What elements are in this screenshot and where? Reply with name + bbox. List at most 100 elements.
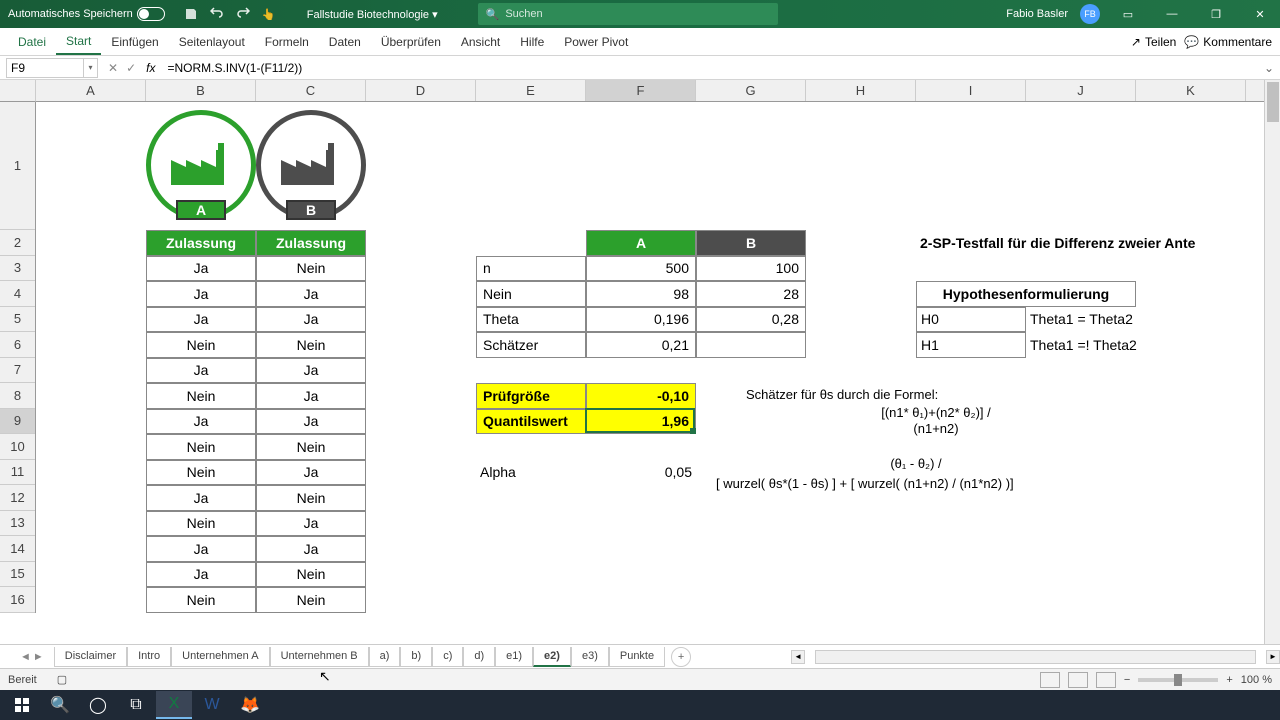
h1-val[interactable]: Theta1 =! Theta2 <box>1026 332 1246 358</box>
firefox-taskbar-icon[interactable]: 🦊 <box>232 691 268 719</box>
row-header[interactable]: 12 <box>0 485 35 511</box>
table-cell[interactable]: Nein <box>256 562 366 588</box>
alpha-label[interactable]: Alpha <box>476 460 586 486</box>
page-break-view-icon[interactable] <box>1096 672 1116 688</box>
redo-icon[interactable] <box>235 6 251 22</box>
maximize-icon[interactable]: ❐ <box>1200 0 1232 28</box>
row-header[interactable]: 2 <box>0 230 35 256</box>
tab-start[interactable]: Start <box>56 28 101 55</box>
table-cell[interactable]: Nein <box>256 332 366 358</box>
stats-label[interactable]: Schätzer <box>476 332 586 358</box>
row-header[interactable]: 10 <box>0 434 35 460</box>
zoom-slider[interactable] <box>1138 678 1218 682</box>
sheet-tab[interactable]: Unternehmen A <box>171 647 269 667</box>
tab-hilfe[interactable]: Hilfe <box>510 28 554 55</box>
col-header[interactable]: E <box>476 80 586 101</box>
col-header[interactable]: B <box>146 80 256 101</box>
stats-header-b[interactable]: B <box>696 230 806 256</box>
tab-seitenlayout[interactable]: Seitenlayout <box>169 28 255 55</box>
tab-powerpivot[interactable]: Power Pivot <box>554 28 638 55</box>
stats-val-b[interactable]: 0,28 <box>696 307 806 333</box>
table-cell[interactable]: Nein <box>256 256 366 282</box>
stats-val-a[interactable]: 500 <box>586 256 696 282</box>
table-cell[interactable]: Ja <box>146 485 256 511</box>
col-header[interactable]: J <box>1026 80 1136 101</box>
sheet-tab[interactable]: a) <box>369 647 401 667</box>
row-header[interactable]: 13 <box>0 511 35 537</box>
row-header[interactable]: 9 <box>0 409 35 435</box>
zoom-out-icon[interactable]: − <box>1124 674 1130 686</box>
table-cell[interactable]: Nein <box>146 332 256 358</box>
col-header[interactable]: H <box>806 80 916 101</box>
row-header[interactable]: 16 <box>0 587 35 613</box>
tab-ueberpruefen[interactable]: Überprüfen <box>371 28 451 55</box>
save-icon[interactable] <box>183 6 199 22</box>
table-cell[interactable]: Ja <box>256 358 366 384</box>
table-cell[interactable]: Ja <box>256 511 366 537</box>
table-cell[interactable]: Ja <box>146 409 256 435</box>
sheet-tab[interactable]: Disclaimer <box>54 647 127 667</box>
quantilswert-val[interactable]: 1,96 <box>586 409 696 435</box>
vertical-scrollbar[interactable] <box>1264 80 1280 644</box>
table-header-b[interactable]: Zulassung <box>256 230 366 256</box>
table-cell[interactable]: Nein <box>256 587 366 613</box>
row-header[interactable]: 7 <box>0 358 35 384</box>
h0-val[interactable]: Theta1 = Theta2 <box>1026 307 1246 333</box>
stats-val-b[interactable] <box>696 332 806 358</box>
row-header[interactable]: 5 <box>0 307 35 333</box>
select-all-corner[interactable] <box>0 80 36 102</box>
col-header[interactable]: A <box>36 80 146 101</box>
zoom-in-icon[interactable]: + <box>1226 674 1232 686</box>
sheet-tab[interactable]: e3) <box>571 647 609 667</box>
tab-einfuegen[interactable]: Einfügen <box>101 28 168 55</box>
row-header[interactable]: 4 <box>0 281 35 307</box>
user-avatar[interactable]: FB <box>1080 4 1100 24</box>
task-view-icon[interactable]: ⧉ <box>118 691 154 719</box>
col-header[interactable]: F <box>586 80 696 101</box>
share-button[interactable]: ↗ Teilen <box>1131 35 1176 49</box>
sheet-tab[interactable]: c) <box>432 647 463 667</box>
sheet-tab[interactable]: Unternehmen B <box>270 647 369 667</box>
table-cell[interactable]: Nein <box>256 485 366 511</box>
hscroll-left-icon[interactable]: ◄ <box>791 650 805 664</box>
horizontal-scrollbar[interactable] <box>815 650 1256 664</box>
table-cell[interactable]: Nein <box>146 460 256 486</box>
stats-label[interactable]: Nein <box>476 281 586 307</box>
table-cell[interactable]: Ja <box>146 536 256 562</box>
excel-taskbar-icon[interactable]: X <box>156 691 192 719</box>
stats-label[interactable]: Theta <box>476 307 586 333</box>
pruefgroesse-label[interactable]: Prüfgröße <box>476 383 586 409</box>
expand-formula-icon[interactable]: ⌄ <box>1264 61 1280 75</box>
tab-datei[interactable]: Datei <box>8 28 56 55</box>
row-header[interactable]: 15 <box>0 562 35 588</box>
row-header[interactable]: 14 <box>0 536 35 562</box>
quantilswert-label[interactable]: Quantilswert <box>476 409 586 435</box>
tab-nav-next-icon[interactable]: ► <box>33 651 44 663</box>
stats-label[interactable]: n <box>476 256 586 282</box>
table-cell[interactable]: Ja <box>256 536 366 562</box>
row-header[interactable]: 1 <box>0 102 35 230</box>
table-header-a[interactable]: Zulassung <box>146 230 256 256</box>
sheet-tab[interactable]: b) <box>400 647 432 667</box>
row-header[interactable]: 6 <box>0 332 35 358</box>
table-cell[interactable]: Ja <box>256 307 366 333</box>
undo-icon[interactable] <box>209 6 225 22</box>
namebox-dropdown[interactable]: ▾ <box>84 58 98 78</box>
sheet-tab[interactable]: d) <box>463 647 495 667</box>
table-cell[interactable]: Ja <box>256 460 366 486</box>
search-box[interactable]: 🔍 Suchen <box>478 3 778 25</box>
table-cell[interactable]: Nein <box>146 587 256 613</box>
row-header[interactable]: 3 <box>0 256 35 282</box>
table-cell[interactable]: Ja <box>146 307 256 333</box>
page-layout-view-icon[interactable] <box>1068 672 1088 688</box>
tab-nav-prev-icon[interactable]: ◄ <box>20 651 31 663</box>
spreadsheet-grid[interactable]: ABZulassungZulassungJaNeinJaJaJaJaNeinNe… <box>36 102 1264 644</box>
stats-val-a[interactable]: 0,196 <box>586 307 696 333</box>
col-header[interactable]: I <box>916 80 1026 101</box>
table-cell[interactable]: Ja <box>146 358 256 384</box>
table-cell[interactable]: Nein <box>146 511 256 537</box>
h1-label[interactable]: H1 <box>916 332 1026 358</box>
stats-val-a[interactable]: 0,21 <box>586 332 696 358</box>
table-cell[interactable]: Nein <box>146 434 256 460</box>
minimize-icon[interactable]: — <box>1156 0 1188 28</box>
